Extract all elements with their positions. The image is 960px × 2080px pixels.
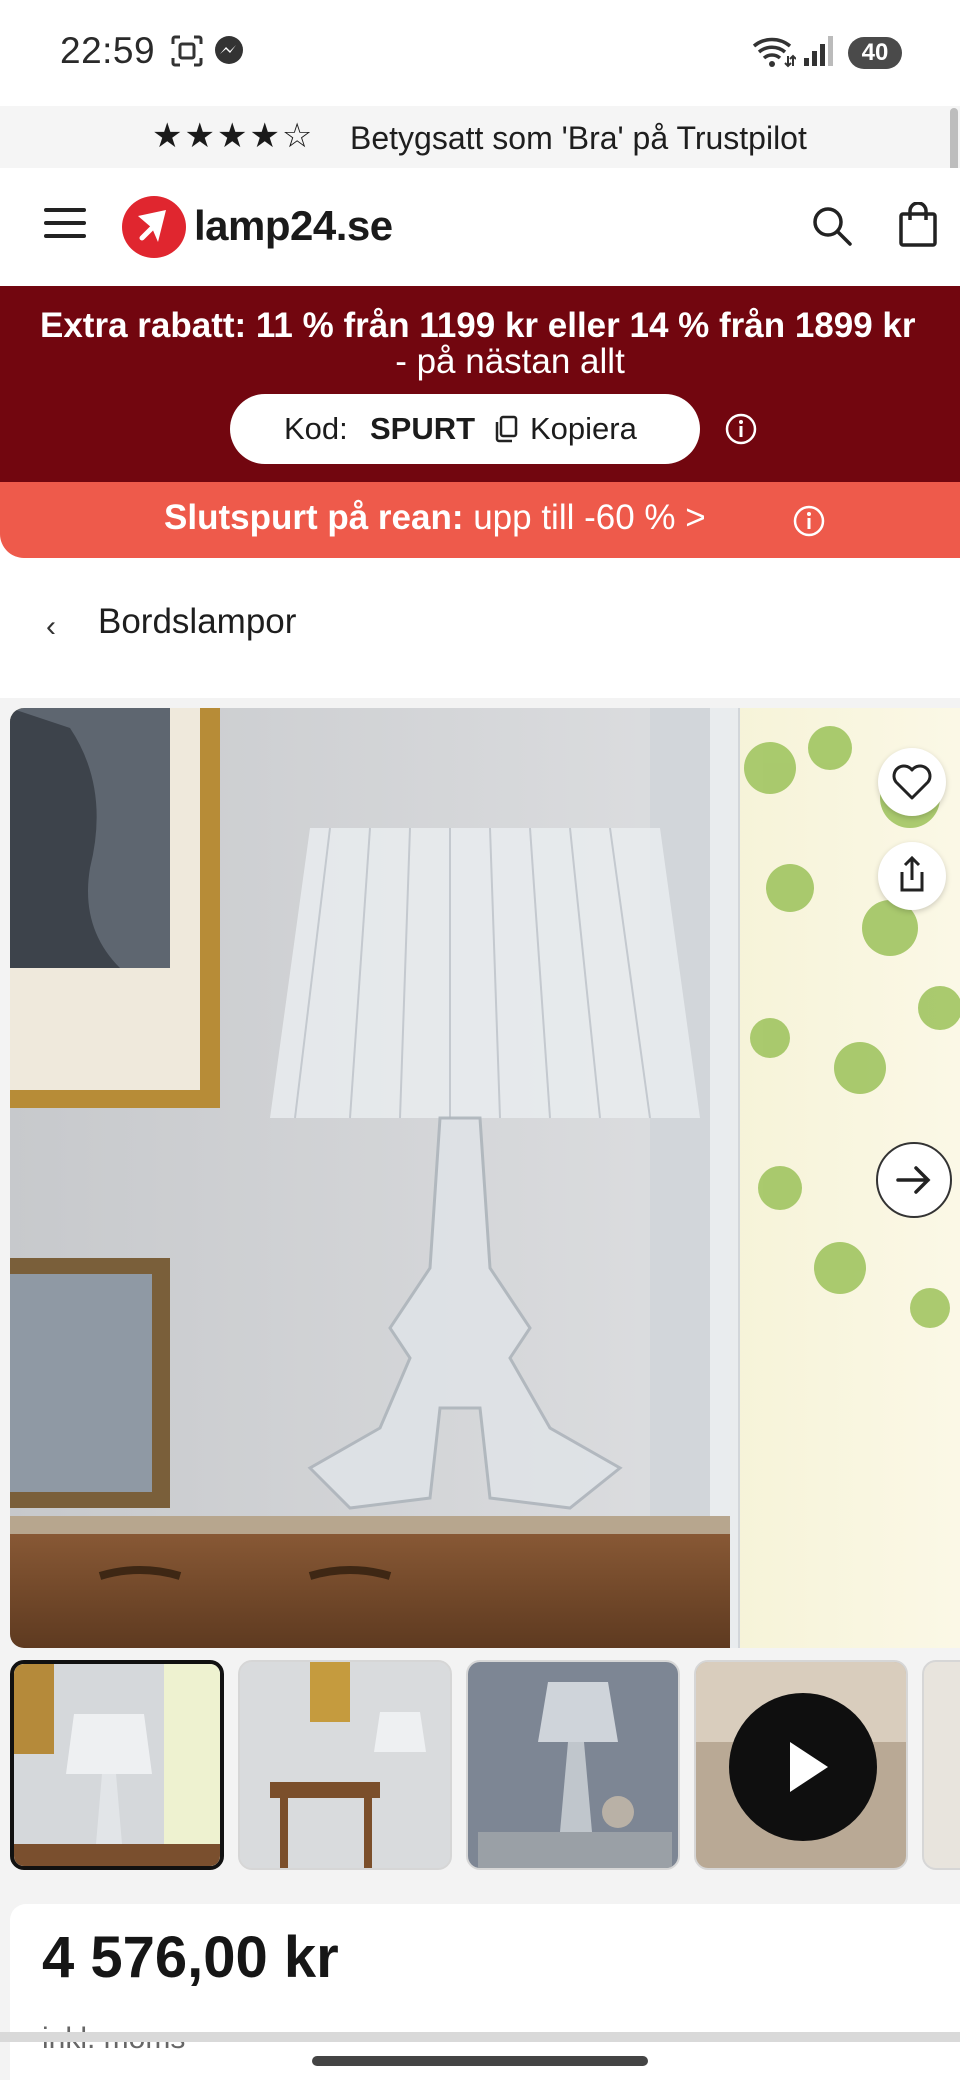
copy-icon[interactable] [492, 414, 520, 444]
promo-subline: - på nästan allt [395, 342, 625, 381]
thumbnail-3[interactable] [466, 1660, 680, 1870]
messenger-icon [215, 36, 243, 64]
info-icon[interactable] [724, 412, 758, 446]
screenshot-icon [171, 35, 203, 67]
product-price: 4 576,00 kr [42, 1925, 339, 1990]
rating-stars: ★★★★☆ [152, 117, 315, 155]
favorite-button[interactable] [878, 748, 946, 816]
next-image-button[interactable] [876, 1142, 952, 1218]
bottom-scroll-track [0, 2032, 960, 2042]
price-card: 4 576,00 kr inkl. moms [10, 1904, 960, 2080]
shopping-bag-icon[interactable] [898, 202, 938, 248]
menu-icon[interactable] [44, 208, 86, 242]
arrow-right-icon[interactable] [878, 1144, 950, 1216]
info-icon[interactable] [792, 504, 826, 538]
sale-rest: upp till -60 % > [463, 498, 706, 537]
copy-button[interactable]: Kopiera [530, 411, 637, 447]
share-button[interactable] [878, 842, 946, 910]
breadcrumb-category[interactable]: Bordslampor [98, 602, 296, 642]
code-value: SPURT [370, 411, 476, 446]
signal-icon [804, 36, 833, 66]
logo-text[interactable]: lamp24.se [194, 202, 393, 250]
sale-banner[interactable]: Slutspurt på rean: upp till -60 % > [0, 482, 960, 558]
home-gesture-handle[interactable] [312, 2056, 648, 2066]
search-icon[interactable] [810, 204, 854, 248]
thumbnail-1[interactable] [10, 1660, 224, 1870]
heart-icon[interactable] [878, 748, 946, 816]
promo-headline: Extra rabatt: 11 % från 1199 kr eller 14… [40, 306, 916, 345]
sale-text[interactable]: Slutspurt på rean: upp till -60 % > [164, 498, 706, 538]
thumbnail-5[interactable] [922, 1660, 960, 1870]
battery-indicator: 40 [848, 37, 902, 69]
logo-icon[interactable] [122, 196, 186, 258]
coupon-code-box[interactable]: Kod: SPURT Kopiera [230, 394, 700, 464]
product-image[interactable] [10, 708, 960, 1648]
thumbnail-video[interactable] [694, 1660, 908, 1870]
status-bar: 22:59 40 [0, 0, 960, 106]
thumbnail-strip [10, 1660, 960, 1870]
site-header: lamp24.se [0, 168, 960, 286]
share-icon[interactable] [878, 842, 946, 910]
status-time: 22:59 [60, 30, 156, 71]
sale-bold: Slutspurt på rean: [164, 498, 464, 537]
promo-banner: Extra rabatt: 11 % från 1199 kr eller 14… [0, 286, 960, 482]
thumbnail-2[interactable] [238, 1660, 452, 1870]
wifi-icon [752, 37, 796, 68]
breadcrumb[interactable]: ‹ Bordslampor [0, 558, 960, 698]
trustpilot-text: Betygsatt som 'Bra' på Trustpilot [350, 120, 807, 156]
chevron-left-icon[interactable]: ‹ [46, 610, 56, 644]
trustpilot-bar[interactable]: ★★★★☆ Betygsatt som 'Bra' på Trustpilot [0, 106, 960, 168]
code-label: Kod: [284, 411, 348, 446]
